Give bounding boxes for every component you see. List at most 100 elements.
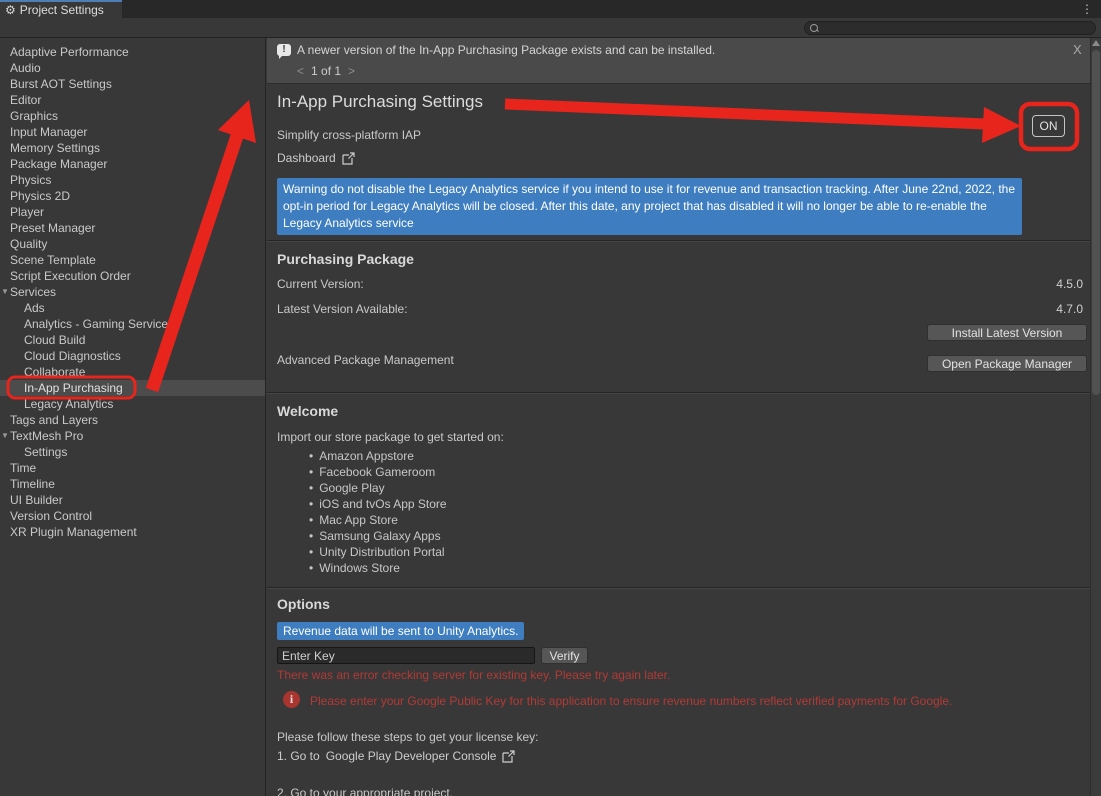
sidebar-item[interactable]: ▼ Memory Settings bbox=[0, 140, 265, 156]
pager-prev-icon[interactable]: < bbox=[297, 64, 304, 78]
welcome-heading: Welcome bbox=[277, 403, 338, 419]
tab-project-settings[interactable]: ⚙ Project Settings bbox=[0, 0, 122, 18]
error-info-icon: i bbox=[283, 691, 300, 708]
sidebar-item[interactable]: ▼ Time bbox=[0, 460, 265, 476]
store-list-item: •Facebook Gameroom bbox=[309, 464, 447, 480]
section-divider bbox=[267, 587, 1090, 589]
sidebar-item-label: In-App Purchasing bbox=[24, 381, 123, 395]
sidebar-item-label: Time bbox=[10, 461, 36, 475]
bullet-icon: • bbox=[309, 545, 313, 559]
iap-toggle-button[interactable]: ON bbox=[1032, 115, 1065, 137]
store-list-item: •Samsung Galaxy Apps bbox=[309, 528, 447, 544]
sidebar-item[interactable]: ▼ Player bbox=[0, 204, 265, 220]
store-list-item: •Unity Distribution Portal bbox=[309, 544, 447, 560]
sidebar-item[interactable]: ▼ Collaborate bbox=[0, 364, 265, 380]
sidebar-item[interactable]: ▼ In-App Purchasing bbox=[0, 380, 265, 396]
install-latest-version-button[interactable]: Install Latest Version bbox=[927, 324, 1087, 341]
sidebar-item-label: Adaptive Performance bbox=[10, 45, 129, 59]
pager-count: 1 of 1 bbox=[311, 64, 341, 78]
legacy-analytics-warning: Warning do not disable the Legacy Analyt… bbox=[277, 178, 1022, 235]
sidebar-item[interactable]: ▼ Package Manager bbox=[0, 156, 265, 172]
advanced-package-management-label: Advanced Package Management bbox=[277, 353, 454, 367]
sidebar-item[interactable]: ▼ UI Builder bbox=[0, 492, 265, 508]
settings-main-panel: ! A newer version of the In-App Purchasi… bbox=[267, 38, 1101, 796]
sidebar-item-label: Physics bbox=[10, 173, 51, 187]
sidebar-item[interactable]: ▼ Services bbox=[0, 284, 265, 300]
bullet-icon: • bbox=[309, 465, 313, 479]
sidebar-item[interactable]: ▼ Audio bbox=[0, 60, 265, 76]
notification-banner: ! A newer version of the In-App Purchasi… bbox=[267, 38, 1101, 84]
sidebar-item[interactable]: ▼ Timeline bbox=[0, 476, 265, 492]
google-key-input[interactable] bbox=[277, 647, 535, 664]
sidebar-item[interactable]: ▼ Burst AOT Settings bbox=[0, 76, 265, 92]
sidebar-item-label: Legacy Analytics bbox=[24, 397, 113, 411]
step-2: 2. Go to your appropriate project. bbox=[277, 786, 453, 796]
sidebar-item[interactable]: ▼ Legacy Analytics bbox=[0, 396, 265, 412]
sidebar-item-label: Physics 2D bbox=[10, 189, 70, 203]
latest-version-label: Latest Version Available: bbox=[277, 302, 408, 316]
sidebar-item[interactable]: ▼ Physics bbox=[0, 172, 265, 188]
notification-icon: ! bbox=[277, 44, 291, 56]
sidebar-item-label: Quality bbox=[10, 237, 47, 251]
external-link-icon bbox=[342, 152, 355, 165]
google-key-notice: Please enter your Google Public Key for … bbox=[310, 694, 952, 708]
vertical-scrollbar[interactable] bbox=[1090, 38, 1101, 796]
scrollbar-thumb[interactable] bbox=[1092, 50, 1100, 395]
sidebar-item[interactable]: ▼ XR Plugin Management bbox=[0, 524, 265, 540]
sidebar-item-label: UI Builder bbox=[10, 493, 63, 507]
sidebar-item-label: Player bbox=[10, 205, 44, 219]
sidebar-item[interactable]: ▼ Graphics bbox=[0, 108, 265, 124]
kebab-menu-icon[interactable]: ⋮ bbox=[1081, 2, 1093, 16]
sidebar-item-label: Timeline bbox=[10, 477, 55, 491]
sidebar-item-label: Audio bbox=[10, 61, 41, 75]
bullet-icon: • bbox=[309, 513, 313, 527]
sidebar-item-label: Graphics bbox=[10, 109, 58, 123]
sidebar-item[interactable]: ▼ Analytics - Gaming Services bbox=[0, 316, 265, 332]
sidebar-item-label: Script Execution Order bbox=[10, 269, 131, 283]
sidebar-item[interactable]: ▼ Ads bbox=[0, 300, 265, 316]
sidebar-item[interactable]: ▼ Quality bbox=[0, 236, 265, 252]
sidebar-item[interactable]: ▼ Cloud Build bbox=[0, 332, 265, 348]
close-icon[interactable]: X bbox=[1073, 42, 1082, 57]
window-titlebar: ⚙ Project Settings ⋮ bbox=[0, 0, 1101, 18]
sidebar-item[interactable]: ▼ Scene Template bbox=[0, 252, 265, 268]
notification-pager: < 1 of 1 > bbox=[297, 64, 355, 78]
store-list-item: •Windows Store bbox=[309, 560, 447, 576]
foldout-icon[interactable]: ▼ bbox=[1, 428, 9, 444]
sidebar-item[interactable]: ▼ Input Manager bbox=[0, 124, 265, 140]
sidebar-item-label: Editor bbox=[10, 93, 41, 107]
sidebar-item[interactable]: ▼ TextMesh Pro bbox=[0, 428, 265, 444]
sidebar-item-label: Burst AOT Settings bbox=[10, 77, 112, 91]
google-play-console-link[interactable]: Google Play Developer Console bbox=[326, 749, 497, 763]
sidebar-item[interactable]: ▼ Preset Manager bbox=[0, 220, 265, 236]
sidebar-item-label: Preset Manager bbox=[10, 221, 95, 235]
open-package-manager-button[interactable]: Open Package Manager bbox=[927, 355, 1087, 372]
section-divider bbox=[267, 392, 1090, 394]
pager-next-icon[interactable]: > bbox=[348, 64, 355, 78]
sidebar-item[interactable]: ▼ Editor bbox=[0, 92, 265, 108]
sidebar-item-label: Version Control bbox=[10, 509, 92, 523]
bullet-icon: • bbox=[309, 529, 313, 543]
store-list-item: •iOS and tvOs App Store bbox=[309, 496, 447, 512]
sidebar-item[interactable]: ▼ Script Execution Order bbox=[0, 268, 265, 284]
sidebar-item[interactable]: ▼ Version Control bbox=[0, 508, 265, 524]
verify-button[interactable]: Verify bbox=[541, 647, 588, 664]
foldout-icon[interactable]: ▼ bbox=[1, 284, 9, 300]
latest-version-value: 4.7.0 bbox=[1056, 302, 1083, 316]
scroll-up-icon[interactable] bbox=[1092, 40, 1100, 46]
sidebar-item[interactable]: ▼ Physics 2D bbox=[0, 188, 265, 204]
sidebar-item[interactable]: ▼ Tags and Layers bbox=[0, 412, 265, 428]
search-box[interactable] bbox=[804, 21, 1096, 35]
sidebar-item-label: Scene Template bbox=[10, 253, 96, 267]
search-input[interactable] bbox=[823, 22, 1083, 34]
sidebar-item-label: Analytics - Gaming Services bbox=[24, 317, 174, 331]
store-list-item: •Amazon Appstore bbox=[309, 448, 447, 464]
dashboard-link[interactable]: Dashboard bbox=[277, 151, 355, 165]
sidebar-item[interactable]: ▼ Adaptive Performance bbox=[0, 44, 265, 60]
search-icon bbox=[810, 24, 819, 33]
sidebar-item[interactable]: ▼ Settings bbox=[0, 444, 265, 460]
bullet-icon: • bbox=[309, 481, 313, 495]
sidebar-item[interactable]: ▼ Cloud Diagnostics bbox=[0, 348, 265, 364]
settings-sidebar: ▼ Adaptive Performance ▼ Audio ▼ Burst A… bbox=[0, 38, 266, 796]
dashboard-label: Dashboard bbox=[277, 151, 336, 165]
